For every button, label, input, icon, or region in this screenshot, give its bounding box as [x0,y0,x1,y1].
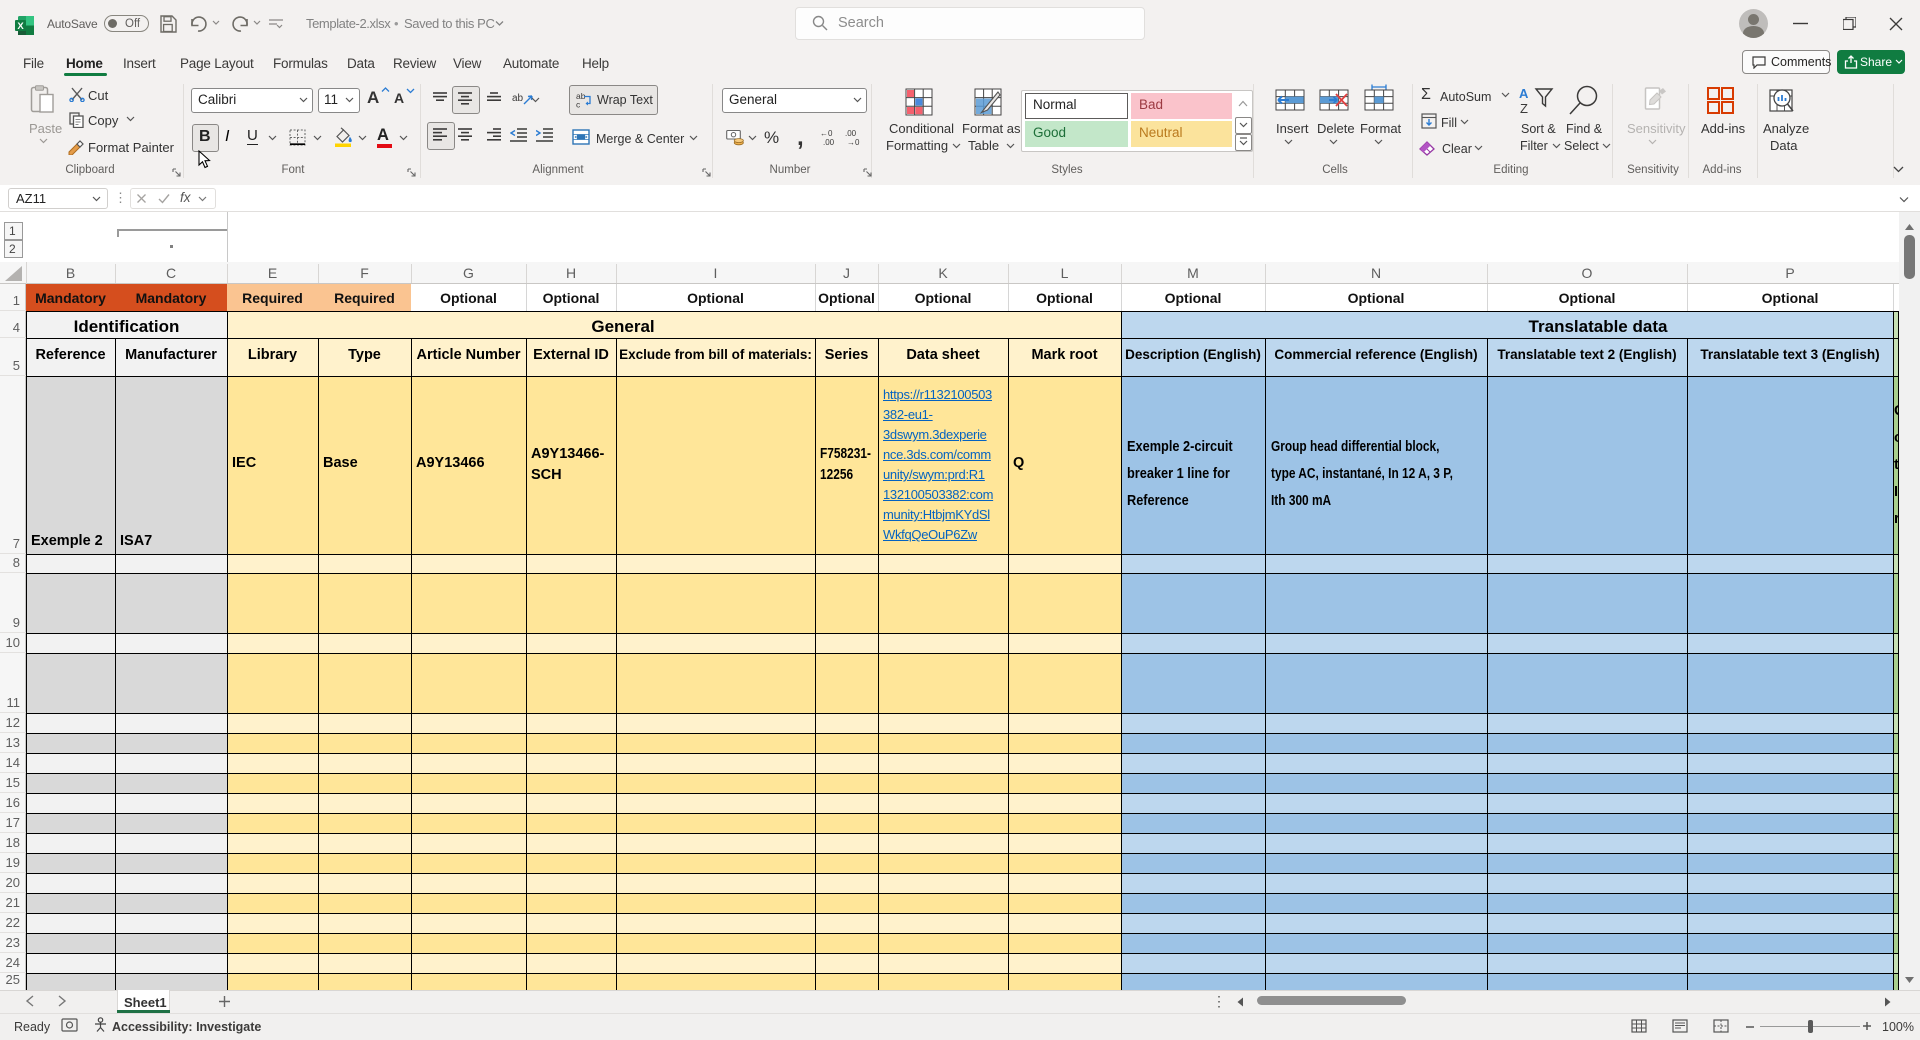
svg-text:.00: .00 [823,138,835,146]
svg-text:Z: Z [1520,101,1528,115]
svg-text:←0: ←0 [820,129,833,138]
svg-text:X: X [17,21,24,32]
svg-text:A: A [1519,86,1529,101]
svg-text:→0: →0 [847,138,860,146]
svg-text:.00: .00 [845,129,857,138]
svg-text:ab: ab [512,93,524,104]
